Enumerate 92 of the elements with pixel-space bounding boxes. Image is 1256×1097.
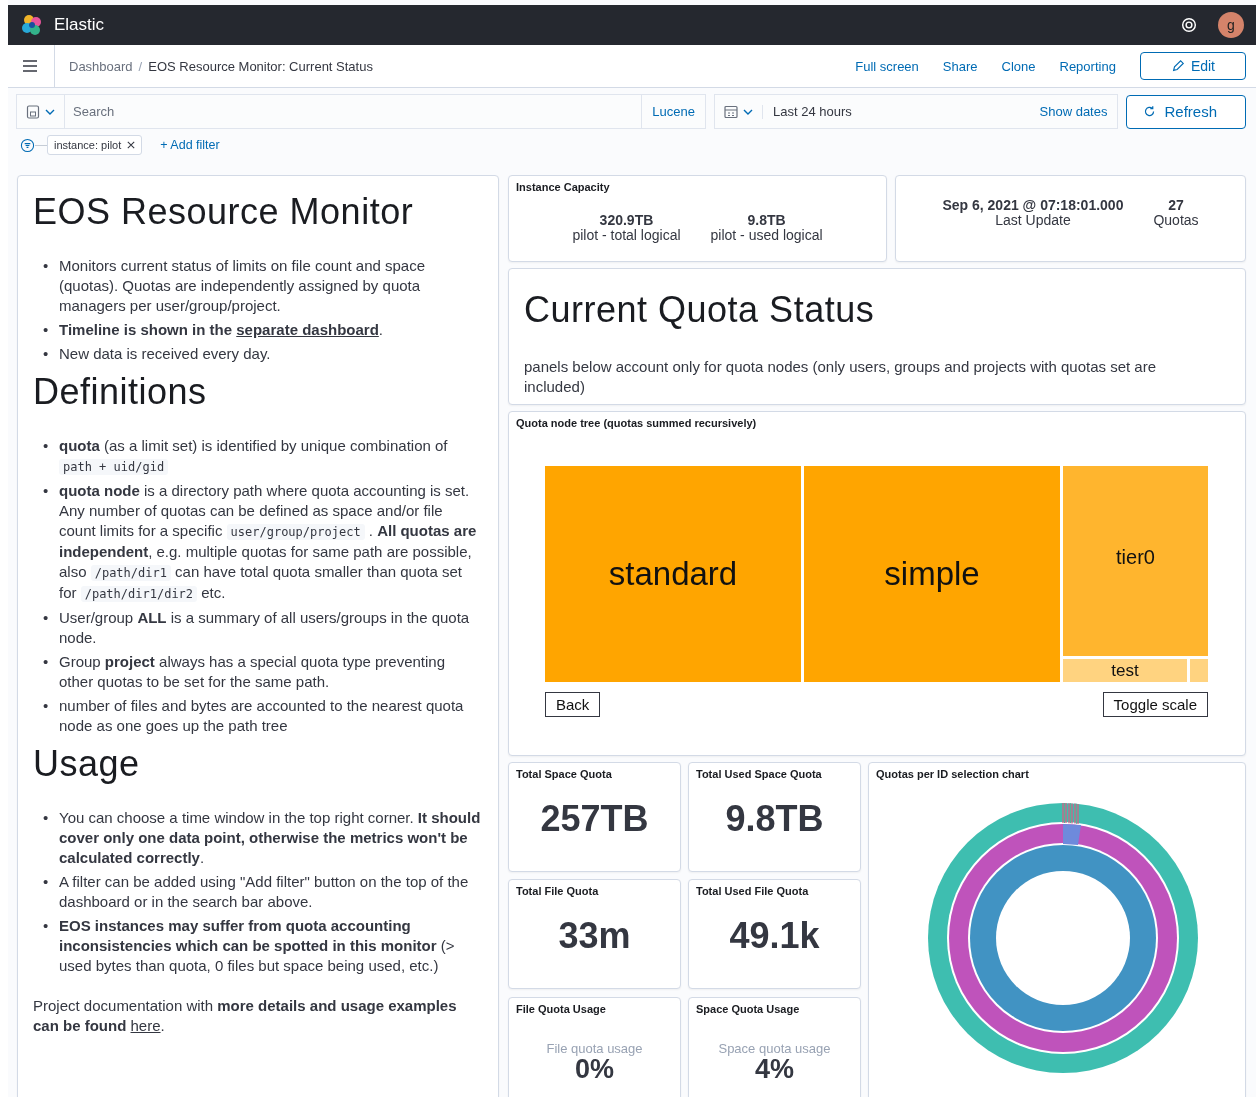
bullet-marker: •: [43, 320, 50, 340]
metric-label: Last Update: [995, 212, 1071, 228]
panel-title: Quotas per ID selection chart: [876, 768, 1029, 780]
toggle-scale-button[interactable]: Toggle scale: [1102, 692, 1208, 717]
stat-value: 49.1k: [729, 915, 820, 959]
panel-title: Space Quota Usage: [696, 1002, 801, 1015]
panel-title: Quota node tree (quotas summed recursively): [516, 417, 758, 429]
bullet-marker: •: [43, 916, 50, 936]
link[interactable]: here: [130, 1017, 161, 1034]
top-menu-link[interactable]: Share: [942, 58, 978, 74]
stat-value: 0%: [575, 1056, 614, 1083]
panel-title: Total Used File Quota: [696, 885, 810, 898]
metric-label: Quotas: [1153, 212, 1199, 228]
section-heading: EOS Resource Monitor: [33, 190, 415, 234]
metric-value: 9.8TB: [747, 213, 786, 228]
chevron-icon: [45, 108, 55, 115]
refresh-icon: [1143, 105, 1157, 118]
bullet-text: Monitors current status of limits on file count and space (quotas). Quotas are independently assigned by quota managers per user/group/project.: [59, 256, 426, 316]
metric-value: Sep 6, 2021 @ 07:18:01.000: [942, 197, 1124, 213]
treemap-tile[interactable]: test: [1063, 659, 1187, 682]
bullet-text: quota node is a directory path where quota accounting is set. Any number of quotas can be defined as space and/or file count limits for a specific user/group/project . All quotas are independent, e.g. multiple quotas for same path are possible, also /path/dir1 can have total quota smaller than quota set for /path/dir1/dir2 etc.: [59, 481, 478, 604]
treemap-tile[interactable]: standard: [545, 466, 801, 682]
section-heading: Usage: [33, 742, 141, 786]
metric-label: pilot - total logical: [572, 228, 681, 243]
stat-value: 33m: [558, 915, 631, 959]
time-range: Last 24 hours: [772, 104, 853, 119]
menu-icon[interactable]: [22, 58, 38, 74]
bullet-marker: •: [43, 652, 50, 672]
breadcrumb-link[interactable]: Dashboard: [69, 58, 133, 74]
search-field[interactable]: Search: [64, 94, 642, 129]
help-icon[interactable]: [1180, 16, 1198, 34]
section-heading: Definitions: [33, 370, 208, 414]
bullet-text: quota (as a limit set) is identified by unique combination of path + uid/gid: [59, 436, 449, 477]
panel-title: Instance Capacity: [516, 181, 611, 193]
edit-button[interactable]: Edit: [1139, 52, 1246, 80]
bullet-marker: •: [43, 256, 50, 276]
app-name: Elastic: [54, 15, 105, 35]
user-avatar[interactable]: g: [1218, 12, 1244, 38]
note-text: Project documentation with more details and usage examples can be found here.: [33, 996, 458, 1036]
bullet-text: You can choose a time window in the top right corner. It should cover only one data point, otherwise the metrics won't be calculated correctly.: [59, 808, 482, 868]
bullet-marker: •: [43, 344, 50, 364]
treemap-tile[interactable]: simple: [804, 466, 1060, 682]
bullet-marker: •: [43, 808, 50, 828]
bullet-marker: •: [43, 872, 50, 892]
calendar-icon: [724, 104, 738, 119]
bullet-text: EOS instances may suffer from quota accounting inconsistencies which can be spotted in this monitor (> used bytes than quota, 0 files but space being used, etc.): [59, 916, 456, 976]
description-text: panels below account only for quota nodes (only users, groups and projects with quotas set are included): [524, 357, 1158, 397]
bullet-text: A filter can be added using "Add filter" button on the top of the dashboard or in the search bar above.: [59, 872, 470, 912]
top-menu-link[interactable]: Full screen: [855, 58, 919, 74]
panel-heading: Current Quota Status: [524, 289, 876, 331]
stat-value: 4%: [755, 1056, 794, 1083]
logo-icon: [20, 13, 44, 37]
bullet-marker: •: [43, 436, 50, 456]
refresh-button[interactable]: Refresh: [1126, 94, 1246, 129]
stat-caption: Space quota usage: [718, 1041, 831, 1057]
panel-title: File Quota Usage: [516, 1002, 607, 1015]
stat-value: 9.8TB: [725, 798, 824, 841]
bullet-marker: •: [43, 696, 50, 716]
bullet-text: User/group ALL is a summary of all users/groups in the quota node.: [59, 608, 471, 648]
close-icon[interactable]: [127, 141, 136, 149]
filter-icon[interactable]: [20, 137, 35, 153]
bullet-text: number of files and bytes are accounted to the nearest quota node as one goes up the path tree: [59, 696, 465, 736]
query-language-button[interactable]: Lucene: [641, 94, 706, 129]
bullet-text: New data is received every day.: [59, 344, 272, 364]
bullet-marker: •: [43, 608, 50, 628]
stat-caption: File quota usage: [546, 1041, 643, 1057]
bullet-text: Group project always has a special quota type preventing other quotas to be set for the same path.: [59, 652, 447, 692]
bullet-marker: •: [43, 481, 50, 501]
breadcrumb-current: EOS Resource Monitor: Current Status: [148, 58, 373, 74]
floppy-icon: [26, 104, 40, 119]
back-button[interactable]: Back: [545, 692, 601, 717]
link[interactable]: separate dashboard: [236, 321, 379, 338]
panel-title: Total Used Space Quota: [696, 768, 823, 780]
chevron-icon: [743, 108, 753, 115]
treemap-tile[interactable]: [1190, 659, 1208, 682]
treemap-tile[interactable]: tier0: [1063, 466, 1208, 656]
stat-value: 257TB: [540, 798, 649, 841]
panel-title: Total File Quota: [516, 885, 600, 898]
pencil-icon: [1170, 59, 1185, 73]
saved-query-button[interactable]: [16, 94, 64, 129]
breadcrumb-separator: /: [138, 58, 143, 74]
bullet-text: Timeline is shown in the separate dashboard.: [59, 320, 384, 340]
metric-value: 27: [1168, 197, 1184, 213]
add-filter-link[interactable]: + Add filter: [160, 138, 220, 152]
filter-pill[interactable]: instance: pilot: [47, 135, 143, 155]
top-menu-link[interactable]: Clone: [1001, 58, 1036, 74]
top-menu-link[interactable]: Reporting: [1059, 58, 1116, 74]
metric-value: 320.9TB: [599, 213, 654, 228]
metric-label: pilot - used logical: [710, 228, 823, 243]
date-picker[interactable]: Last 24 hours Show dates: [714, 94, 1119, 129]
show-dates-link[interactable]: Show dates: [1039, 104, 1118, 119]
panel-title: Total Space Quota: [516, 768, 613, 780]
